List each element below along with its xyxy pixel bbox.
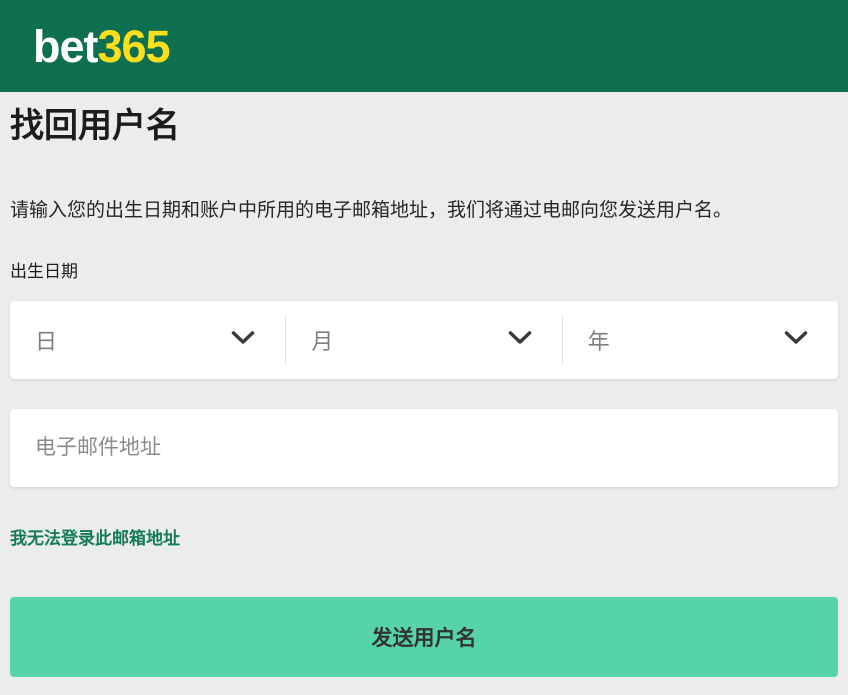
dob-select-row: 日 月 年 bbox=[10, 301, 838, 379]
dob-month-placeholder: 月 bbox=[311, 324, 333, 356]
dob-day-placeholder: 日 bbox=[35, 324, 57, 356]
logo-text-365: 365 bbox=[98, 21, 170, 72]
main-content: 找回用户名 请输入您的出生日期和账户中所用的电子邮箱地址，我们将通过电邮向您发送… bbox=[0, 92, 848, 677]
send-username-button-label: 发送用户名 bbox=[372, 622, 477, 652]
dob-year-select[interactable]: 年 bbox=[563, 301, 838, 379]
dob-day-select[interactable]: 日 bbox=[10, 301, 285, 379]
app-header: bet365 bbox=[0, 0, 848, 92]
email-field-container bbox=[10, 409, 838, 487]
send-username-button[interactable]: 发送用户名 bbox=[10, 597, 838, 677]
chevron-down-icon bbox=[784, 331, 808, 350]
logo-text-bet: bet bbox=[33, 21, 98, 72]
instruction-text: 请输入您的出生日期和账户中所用的电子邮箱地址，我们将通过电邮向您发送用户名。 bbox=[10, 199, 838, 222]
dob-month-select[interactable]: 月 bbox=[286, 301, 561, 379]
bet365-logo[interactable]: bet365 bbox=[33, 24, 170, 69]
dob-label: 出生日期 bbox=[10, 262, 838, 282]
page-title: 找回用户名 bbox=[10, 92, 838, 147]
chevron-down-icon bbox=[508, 331, 532, 350]
cant-access-email-link[interactable]: 我无法登录此邮箱地址 bbox=[10, 529, 180, 549]
chevron-down-icon bbox=[231, 331, 255, 350]
email-input[interactable] bbox=[10, 409, 838, 487]
dob-year-placeholder: 年 bbox=[588, 324, 610, 356]
